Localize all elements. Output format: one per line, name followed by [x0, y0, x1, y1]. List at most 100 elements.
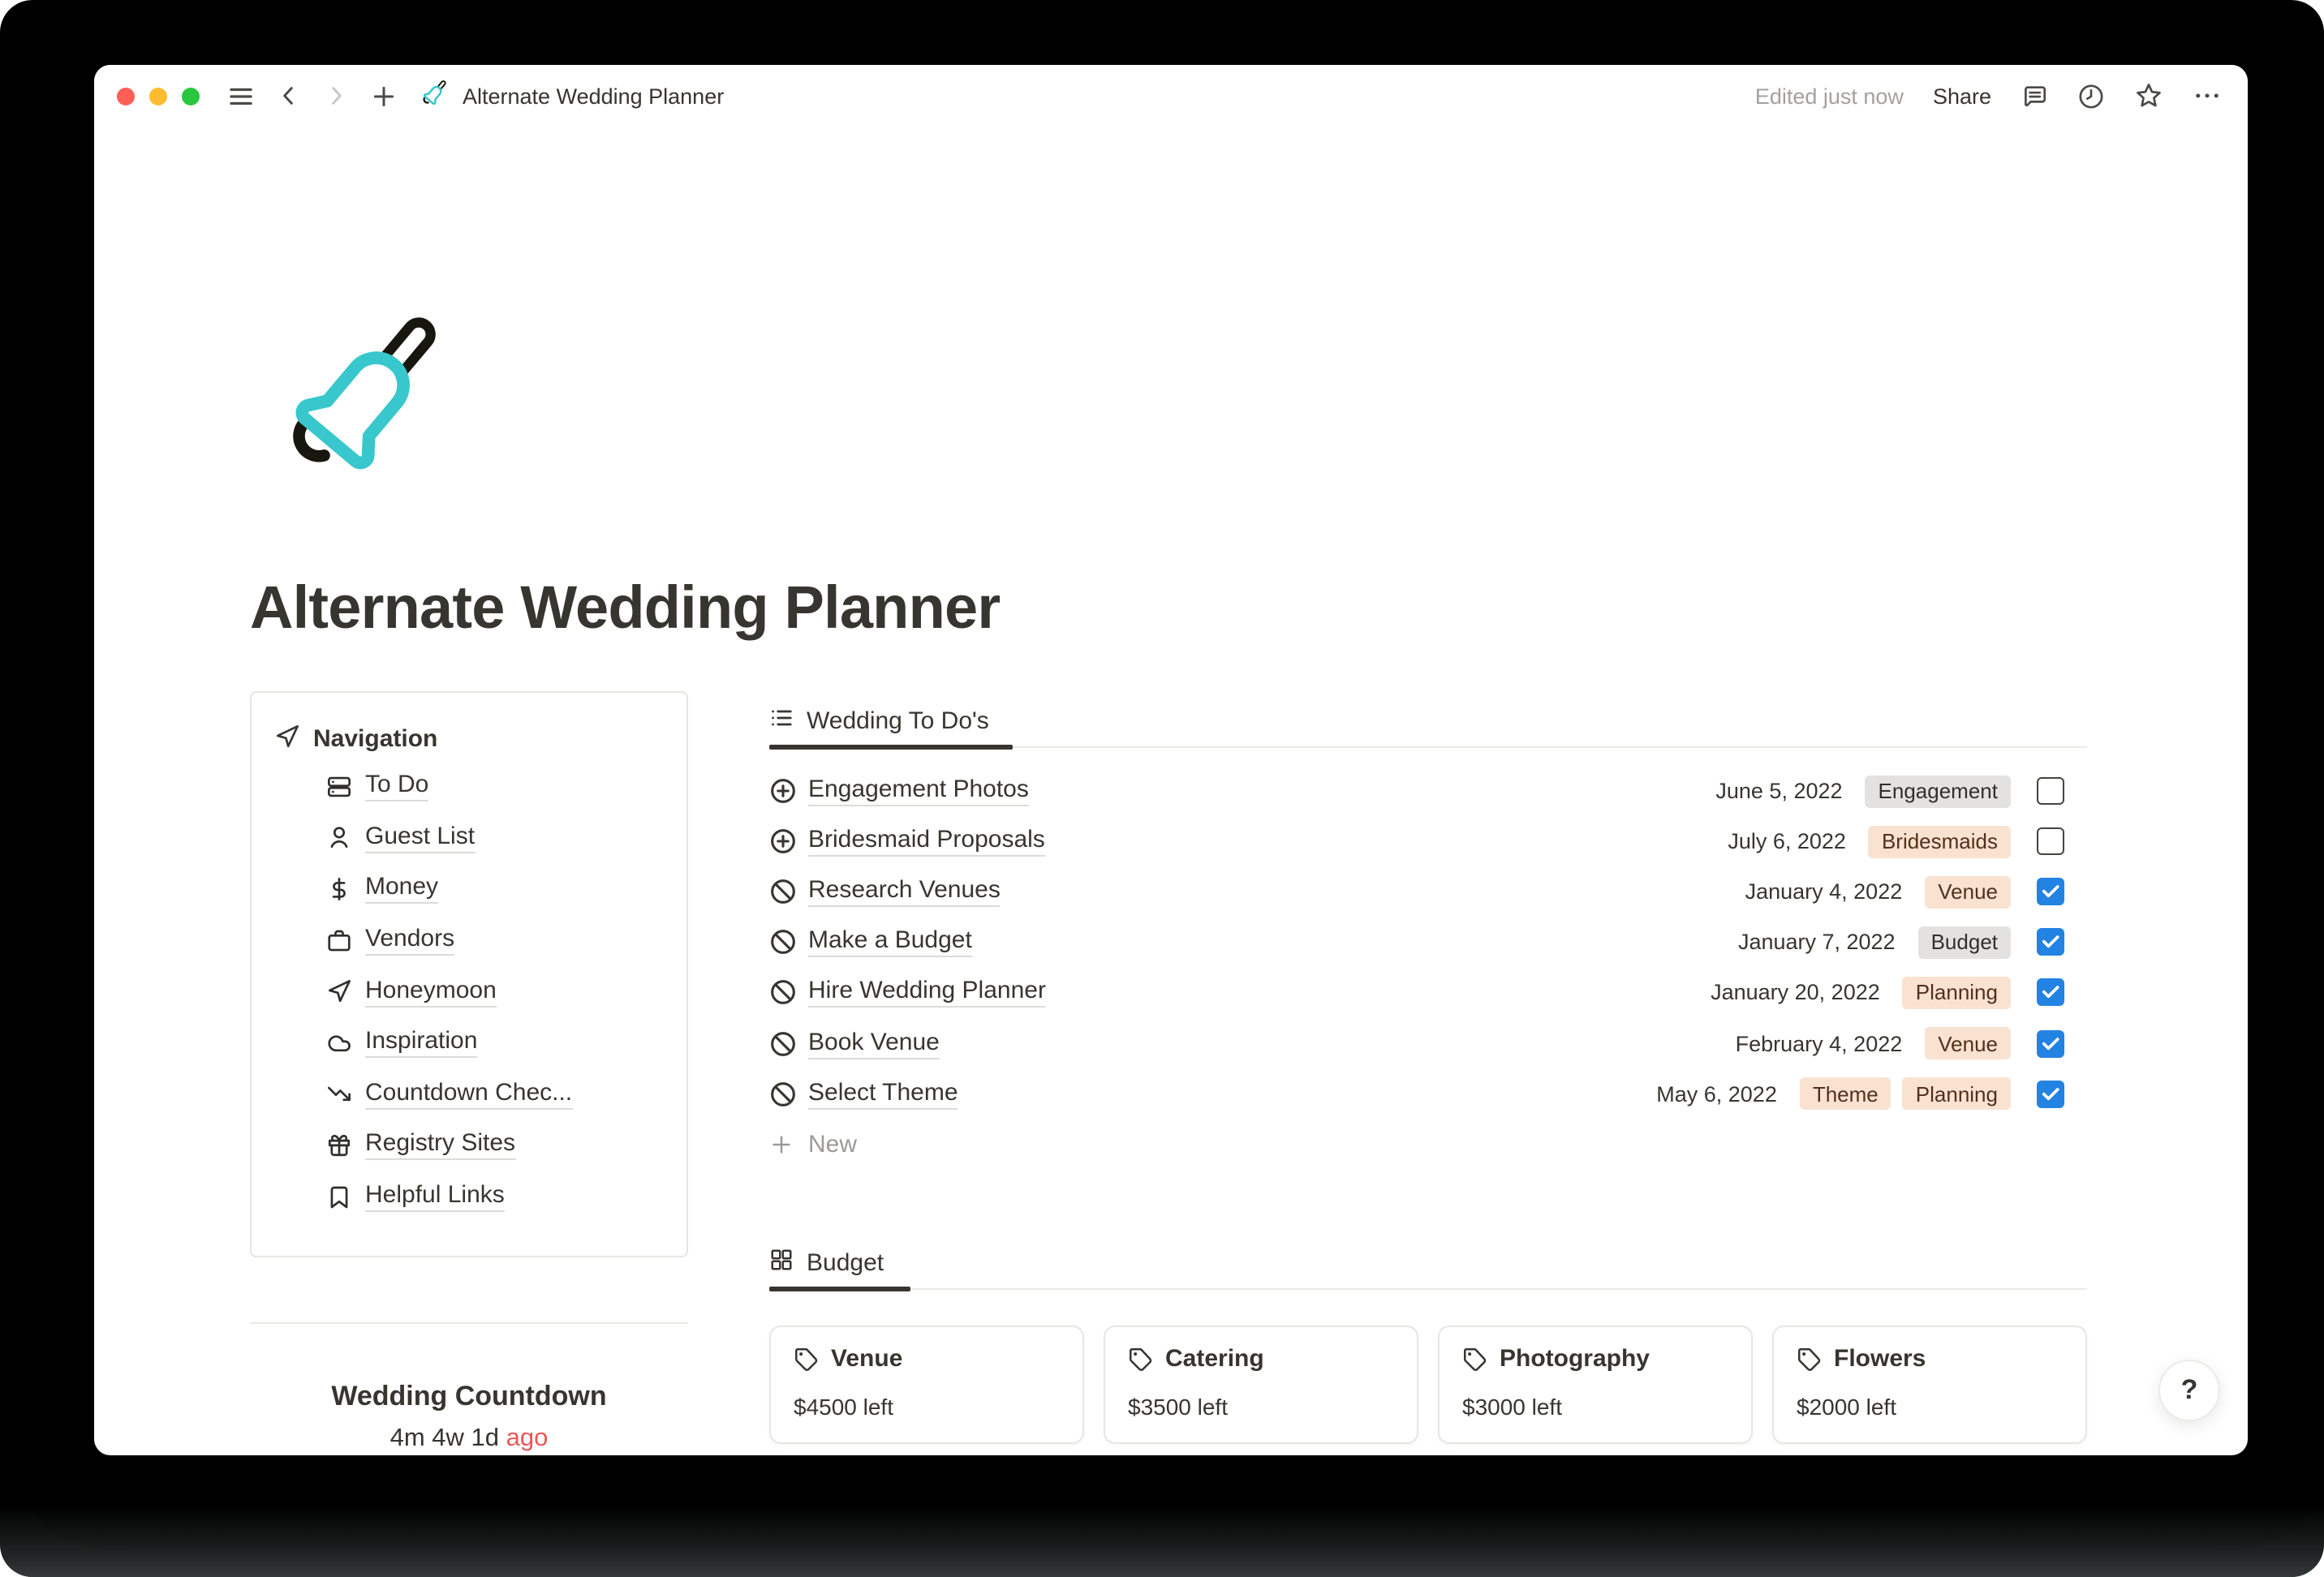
sidebar-item-honeymoon[interactable]: Honeymoon	[326, 966, 686, 1017]
tag-venue[interactable]: Venue	[1925, 1027, 2011, 1060]
todo-checkbox[interactable]	[2037, 878, 2064, 906]
sidebar-item-registry-sites[interactable]: Registry Sites	[326, 1119, 686, 1171]
tab-budget-label: Budget	[807, 1249, 884, 1277]
todo-tags: Budget	[1917, 926, 2011, 959]
budget-card-venue[interactable]: Venue $4500 left	[769, 1326, 1084, 1444]
todo-task-title[interactable]: Research Venues	[808, 876, 1001, 908]
zoom-button[interactable]	[182, 87, 200, 105]
todo-task-title[interactable]: Make a Budget	[808, 927, 972, 958]
todo-checkbox[interactable]	[2037, 928, 2064, 956]
sidebar-item-vendors[interactable]: Vendors	[326, 915, 686, 966]
menu-icon[interactable]	[227, 82, 255, 110]
todo-date[interactable]: January 20, 2022	[1711, 981, 1880, 1005]
sidebar-item-countdown-chec[interactable]: Countdown Chec...	[326, 1068, 686, 1119]
new-todo-button[interactable]: New	[769, 1119, 2064, 1169]
todo-row: Engagement Photos June 5, 2022 Engagement	[769, 766, 2064, 816]
todo-date[interactable]: July 6, 2022	[1728, 829, 1846, 853]
navigation-header: Navigation	[274, 722, 686, 756]
comments-icon	[2025, 85, 2046, 106]
todo-task-title[interactable]: Bridesmaid Proposals	[808, 826, 1045, 857]
todo-checkbox[interactable]	[2037, 978, 2064, 1007]
sidebar-item-label: To Do	[365, 771, 429, 802]
budget-card-name: Photography	[1500, 1345, 1650, 1373]
page-title[interactable]: Alternate Wedding Planner	[250, 571, 1001, 646]
favorite-star-icon[interactable]	[2134, 81, 2163, 110]
history-icon	[2079, 84, 2103, 108]
todo-task-title[interactable]: Book Venue	[808, 1028, 940, 1059]
sidebar-item-to-do[interactable]: To Do	[326, 761, 686, 812]
budget-card-catering[interactable]: Catering $3500 left	[1104, 1326, 1418, 1444]
todo-date[interactable]: February 4, 2022	[1736, 1031, 1903, 1055]
sidebar-item-label: Vendors	[365, 925, 455, 956]
todo-task-title[interactable]: Hire Wedding Planner	[808, 978, 1046, 1008]
tab-budget[interactable]: Budget	[769, 1248, 884, 1278]
todo-checkbox[interactable]	[2037, 1029, 2064, 1058]
budget-card-remaining: $3000 left	[1462, 1394, 1562, 1420]
new-page-button[interactable]	[370, 82, 398, 110]
tag-theme[interactable]: Theme	[1799, 1077, 1891, 1111]
budget-card-photography[interactable]: Photography $3000 left	[1438, 1326, 1753, 1444]
close-button[interactable]	[117, 87, 135, 105]
sidebar-item-helpful-links[interactable]: Helpful Links	[326, 1171, 686, 1222]
tab-wedding-todos[interactable]: Wedding To Do's	[769, 706, 989, 737]
todo-task-title[interactable]: Engagement Photos	[808, 776, 1029, 807]
todo-checkbox[interactable]	[2037, 1080, 2064, 1108]
history-icon[interactable]	[2077, 82, 2105, 110]
breadcrumb[interactable]: Alternate Wedding Planner	[420, 77, 724, 114]
page-bell-icon[interactable]	[276, 302, 458, 492]
tag-icon	[1464, 1348, 1487, 1371]
circle-plus-icon	[771, 829, 795, 854]
minimize-button[interactable]	[149, 87, 167, 105]
back-button[interactable]	[276, 83, 302, 109]
gift-icon	[328, 1134, 351, 1156]
todo-task-title[interactable]: Select Theme	[808, 1078, 958, 1110]
bell-icon	[293, 317, 436, 470]
todo-date[interactable]: June 5, 2022	[1715, 779, 1842, 803]
budget-card-flowers[interactable]: Flowers $2000 left	[1772, 1326, 2087, 1444]
todo-tags: Theme Planning	[1799, 1077, 2011, 1111]
budget-card-name: Flowers	[1834, 1345, 1926, 1373]
tag-venue[interactable]: Venue	[1925, 875, 2011, 909]
more-icon	[2196, 93, 2219, 98]
tag-icon	[795, 1348, 818, 1371]
grid-icon	[769, 1248, 794, 1278]
todo-row: Bridesmaid Proposals July 6, 2022 Bridesma…	[769, 816, 2064, 866]
screenshot-canvas: Alternate Wedding Planner Edited just no…	[0, 0, 2324, 1577]
comments-icon[interactable]	[2021, 82, 2048, 110]
more-icon[interactable]	[2193, 81, 2222, 110]
paper-plane-icon	[274, 723, 300, 755]
sidebar-item-money[interactable]: Money	[326, 863, 686, 914]
todo-row: Research Venues January 4, 2022 Venue	[769, 866, 2064, 917]
sidebar-item-inspiration[interactable]: Inspiration	[326, 1017, 686, 1068]
tag-icon	[1798, 1348, 1821, 1371]
forward-button[interactable]	[323, 83, 349, 109]
todo-tags: Planning	[1902, 976, 2011, 1009]
tag-planning[interactable]: Planning	[1902, 976, 2011, 1009]
tag-planning[interactable]: Planning	[1902, 1077, 2011, 1111]
favorite-star-icon	[2137, 84, 2161, 107]
trending-down-icon	[328, 1087, 351, 1102]
share-button[interactable]: Share	[1933, 84, 1991, 108]
sidebar-item-guest-list[interactable]: Guest List	[326, 812, 686, 863]
navigation-list: To Do Guest List Money Vendors Honeymoon Insp…	[252, 761, 686, 1222]
countdown-elapsed: 4m 4w 1d	[389, 1424, 499, 1452]
plus-icon	[373, 85, 394, 106]
circle-slash-icon-wrap	[769, 1029, 797, 1057]
sidebar-item-label: Honeymoon	[365, 976, 497, 1008]
navigation-callout: Navigation To Do Guest List Money Vendors Ho…	[250, 691, 688, 1257]
circle-slash-icon-wrap	[769, 929, 797, 956]
bookmark-icon	[330, 1185, 348, 1208]
todo-checkbox[interactable]	[2037, 777, 2064, 806]
help-button[interactable]: ?	[2158, 1360, 2220, 1421]
new-todo-label: New	[808, 1130, 858, 1158]
tag-budget[interactable]: Budget	[1917, 926, 2011, 959]
todo-date[interactable]: January 7, 2022	[1738, 930, 1896, 955]
todo-checkbox[interactable]	[2037, 827, 2064, 856]
circle-slash-icon	[771, 1081, 795, 1106]
tag-engagement[interactable]: Engagement	[1865, 775, 2011, 808]
countdown-value: 4m 4w 1d ago	[250, 1424, 688, 1454]
tag-bridesmaids[interactable]: Bridesmaids	[1868, 825, 2011, 858]
todo-date[interactable]: May 6, 2022	[1656, 1081, 1777, 1106]
menu-icon	[230, 87, 252, 105]
todo-date[interactable]: January 4, 2022	[1745, 879, 1903, 904]
